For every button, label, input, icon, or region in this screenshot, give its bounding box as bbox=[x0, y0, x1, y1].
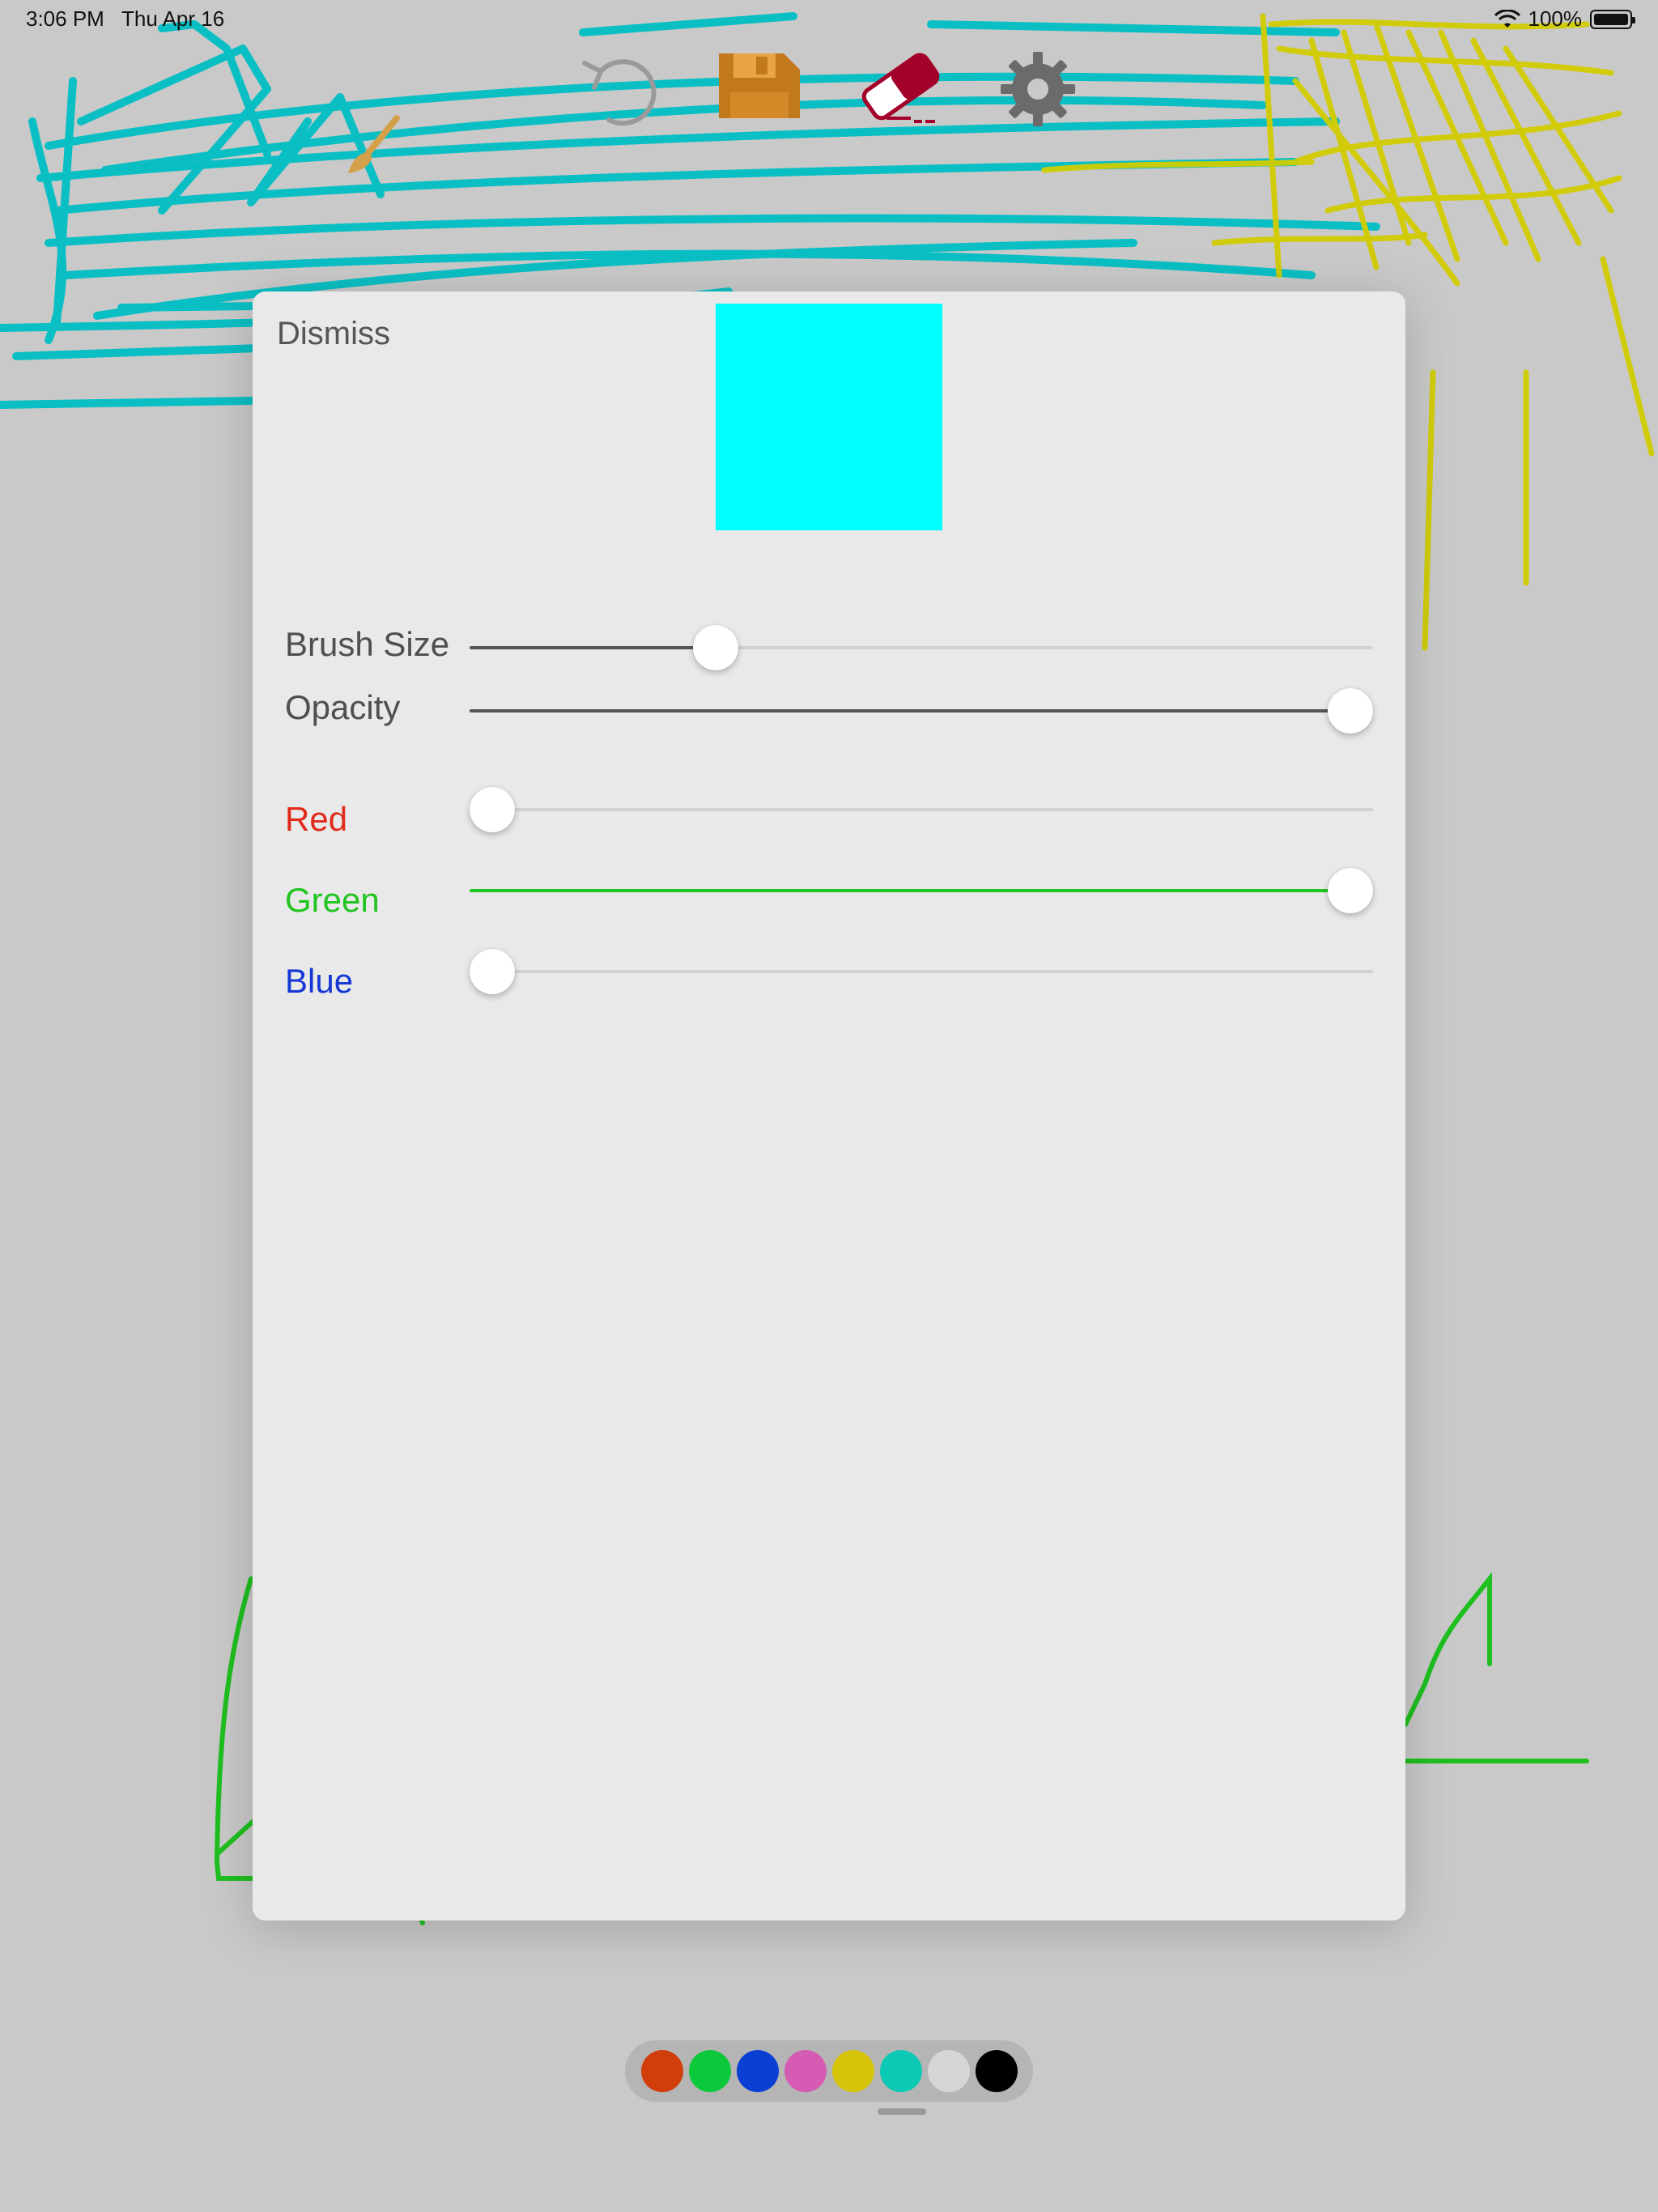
brush-size-slider[interactable] bbox=[470, 615, 1373, 680]
dismiss-button[interactable]: Dismiss bbox=[277, 316, 390, 352]
status-time: 3:06 PM bbox=[26, 6, 104, 31]
wifi-icon bbox=[1494, 9, 1520, 28]
battery-icon bbox=[1590, 9, 1635, 29]
slider-label-red: Red bbox=[285, 800, 348, 838]
palette-swatch-pink[interactable] bbox=[784, 2050, 827, 2092]
slider-track bbox=[470, 970, 1373, 973]
slider-label-opacity: Opacity bbox=[285, 688, 401, 726]
opacity-slider[interactable] bbox=[470, 678, 1373, 743]
slider-label-green: Green bbox=[285, 881, 380, 919]
status-date: Thu Apr 16 bbox=[121, 6, 225, 31]
palette-swatch-orange[interactable] bbox=[640, 2050, 683, 2092]
slider-thumb[interactable] bbox=[470, 949, 515, 994]
slider-label-brush-size: Brush Size bbox=[285, 625, 450, 663]
slider-label-blue: Blue bbox=[285, 962, 354, 1000]
eraser-icon[interactable] bbox=[854, 49, 943, 125]
slider-thumb[interactable] bbox=[1328, 688, 1373, 734]
red-slider[interactable] bbox=[470, 777, 1373, 842]
palette-swatch-light-gray[interactable] bbox=[927, 2050, 970, 2092]
slider-fill bbox=[470, 889, 1350, 892]
slider-track bbox=[470, 808, 1373, 811]
slider-thumb[interactable] bbox=[470, 787, 515, 832]
slider-fill bbox=[470, 709, 1350, 713]
brush-icon[interactable] bbox=[340, 113, 405, 178]
brush-settings-panel: Dismiss Brush Size Opacity Red Green Blue bbox=[253, 291, 1405, 1921]
palette-swatch-green[interactable] bbox=[688, 2050, 731, 2092]
slider-thumb[interactable] bbox=[1328, 868, 1373, 913]
color-preview-swatch bbox=[716, 304, 942, 530]
palette-swatch-teal[interactable] bbox=[879, 2050, 922, 2092]
color-palette bbox=[625, 2040, 1033, 2102]
green-slider[interactable] bbox=[470, 858, 1373, 923]
palette-swatch-blue[interactable] bbox=[736, 2050, 779, 2092]
blue-slider[interactable] bbox=[470, 939, 1373, 1004]
palette-swatch-black[interactable] bbox=[975, 2050, 1018, 2092]
undo-icon[interactable] bbox=[576, 47, 665, 128]
slider-fill bbox=[470, 646, 716, 649]
save-icon[interactable] bbox=[716, 50, 803, 121]
status-right: 100% bbox=[1494, 6, 1635, 32]
slider-thumb[interactable] bbox=[692, 625, 738, 670]
palette-swatch-yellow[interactable] bbox=[831, 2050, 874, 2092]
battery-percent: 100% bbox=[1528, 6, 1583, 31]
palette-drag-handle[interactable] bbox=[878, 2108, 926, 2115]
gear-icon[interactable] bbox=[997, 49, 1078, 130]
